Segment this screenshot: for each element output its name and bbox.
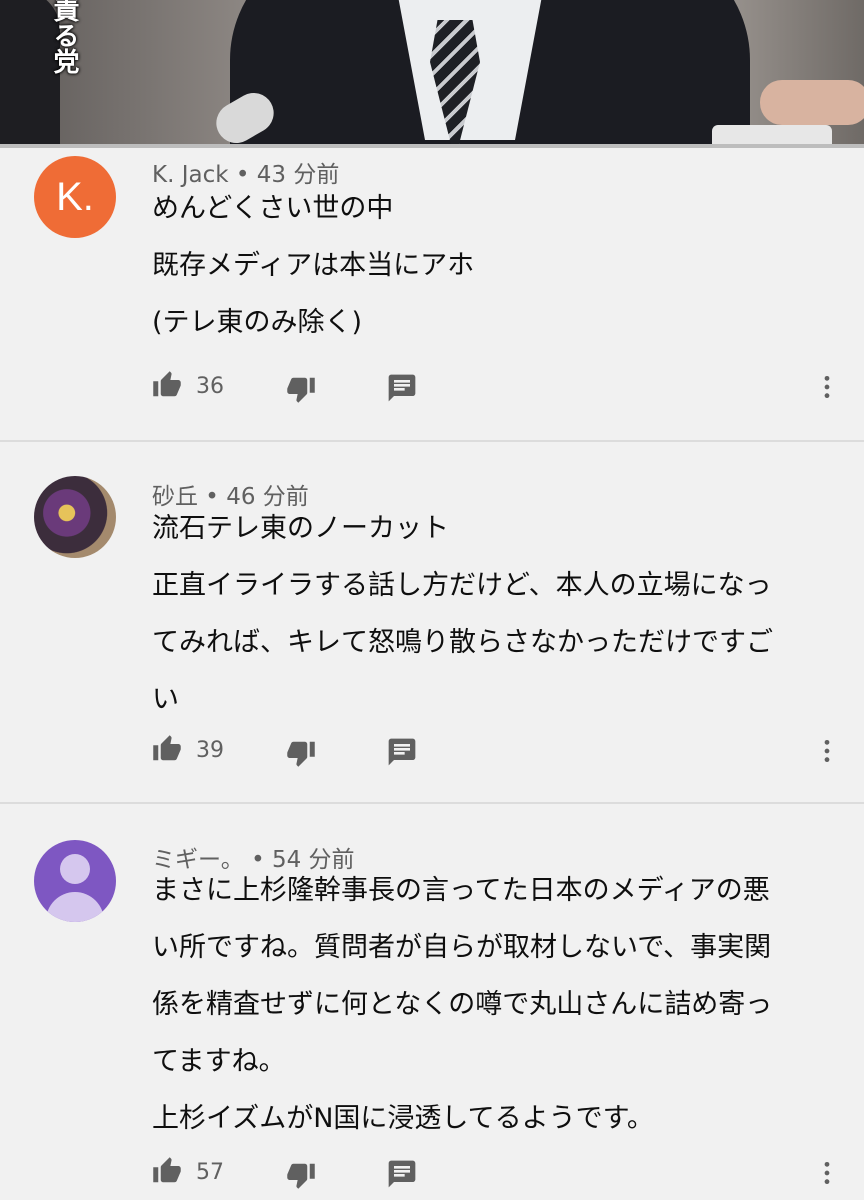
reply-button[interactable] xyxy=(386,372,418,404)
like-button[interactable] xyxy=(150,1156,184,1186)
comment: ミギー。 • 54 分前 まさに上杉隆幹事長の言ってた日本のメディアの悪 い所で… xyxy=(0,834,864,1200)
comment-actions: 57 xyxy=(150,1156,840,1192)
thumb-down-icon xyxy=(287,741,315,767)
comment-line: 正直イライラする話し方だけど、本人の立場になっ xyxy=(152,570,772,601)
comment-divider xyxy=(0,440,864,442)
more-vert-icon xyxy=(824,739,830,763)
avatar-person-icon xyxy=(60,854,90,884)
comment-line: (テレ東のみ除く) xyxy=(152,307,363,338)
comment-divider xyxy=(0,802,864,804)
comment: K. K. Jack • 43 分前 めんどくさい世の中 既存メディアは本当にア… xyxy=(0,148,864,440)
comment-line: 流石テレ東のノーカット xyxy=(152,513,449,544)
comment-line: てますね。 xyxy=(152,1046,286,1077)
comment-actions: 39 xyxy=(150,734,840,770)
comment-line: めんどくさい世の中 xyxy=(152,193,394,224)
avatar[interactable]: K. xyxy=(34,156,116,238)
comment-text: 流石テレ東のノーカット 正直イライラする話し方だけど、本人の立場になっ てみれば… xyxy=(152,500,832,728)
more-options-button[interactable] xyxy=(814,370,840,404)
thumb-down-icon xyxy=(287,377,315,403)
thumb-down-icon xyxy=(287,1163,315,1189)
more-vert-icon xyxy=(824,1161,830,1185)
like-count: 57 xyxy=(196,1160,224,1185)
thumb-up-icon xyxy=(153,735,181,761)
comment-text: まさに上杉隆幹事長の言ってた日本のメディアの悪 い所ですね。質問者が自らが取材し… xyxy=(152,862,832,1147)
like-button[interactable] xyxy=(150,370,184,400)
comment-line: 上杉イズムがN国に浸透してるようです。 xyxy=(152,1103,654,1134)
dislike-button[interactable] xyxy=(284,1160,318,1190)
thumb-up-icon xyxy=(153,371,181,397)
comment-line: まさに上杉隆幹事長の言ってた日本のメディアの悪 xyxy=(152,875,770,906)
avatar[interactable] xyxy=(34,840,116,922)
comment: 砂丘 • 46 分前 流石テレ東のノーカット 正直イライラする話し方だけど、本人… xyxy=(0,470,864,802)
reply-button[interactable] xyxy=(386,736,418,768)
avatar-person-body xyxy=(46,892,104,922)
reply-icon xyxy=(388,738,416,766)
comment-line: 係を精査せずに何となくの噂で丸山さんに詰め寄っ xyxy=(152,989,773,1020)
more-vert-icon xyxy=(824,375,830,399)
video-player[interactable]: 責る党 xyxy=(0,0,864,148)
video-caption: 責る党 xyxy=(49,0,79,74)
comment-actions: 36 xyxy=(150,370,840,406)
reply-icon xyxy=(388,374,416,402)
comment-line: い xyxy=(152,684,179,715)
avatar-letter: K. xyxy=(56,174,94,219)
avatar[interactable] xyxy=(34,476,116,558)
comment-text: めんどくさい世の中 既存メディアは本当にアホ (テレ東のみ除く) xyxy=(152,180,832,351)
like-count: 36 xyxy=(196,374,224,399)
comment-line: てみれば、キレて怒鳴り散らさなかっただけですご xyxy=(152,627,773,658)
reply-icon xyxy=(388,1160,416,1188)
dislike-button[interactable] xyxy=(284,374,318,404)
video-hand xyxy=(760,80,864,125)
more-options-button[interactable] xyxy=(814,1156,840,1190)
thumb-up-icon xyxy=(153,1157,181,1183)
like-count: 39 xyxy=(196,738,224,763)
like-button[interactable] xyxy=(150,734,184,764)
reply-button[interactable] xyxy=(386,1158,418,1190)
more-options-button[interactable] xyxy=(814,734,840,768)
dislike-button[interactable] xyxy=(284,738,318,768)
comment-line: い所ですね。質問者が自らが取材しないで、事実関 xyxy=(152,932,772,963)
comment-line: 既存メディアは本当にアホ xyxy=(152,250,475,281)
